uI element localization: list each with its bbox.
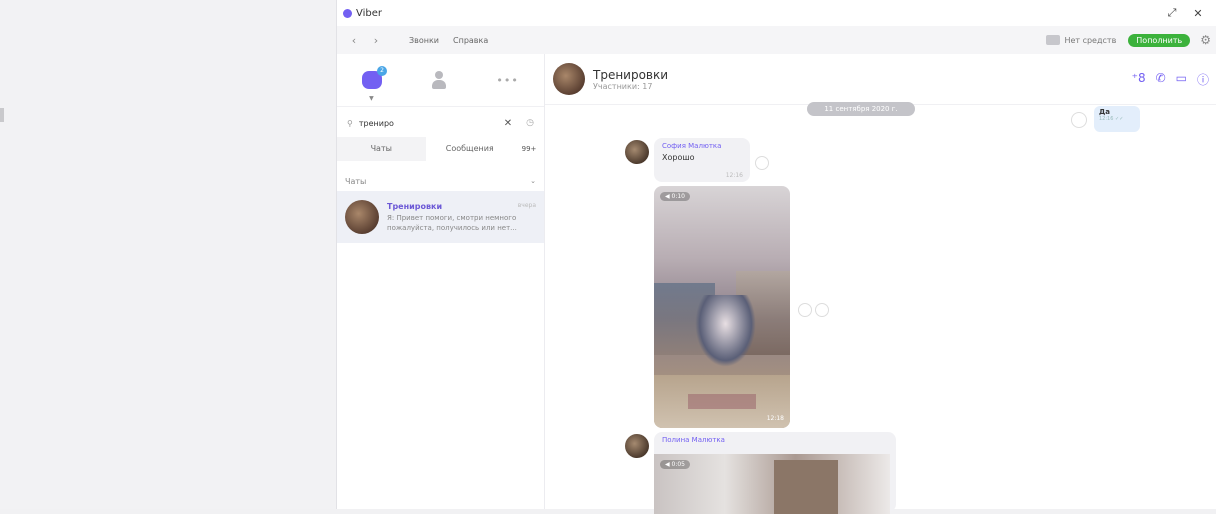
tab-chats[interactable]: Чаты <box>337 137 426 161</box>
video-call-icon[interactable]: ▭ <box>1176 71 1187 88</box>
video-duration: ◀ 0:05 <box>660 460 690 469</box>
message-text: Хорошо <box>662 153 695 162</box>
conversation-header: Тренировки Участники: 17 ⁺8 ✆ ▭ ⓘ <box>545 54 1216 105</box>
chevron-down-icon[interactable]: ▼ <box>369 95 374 102</box>
chat-preview: Я: Привет помоги, смотри немного пожалуй… <box>387 213 517 232</box>
titlebar: Viber ⤢ ✕ <box>337 0 1216 26</box>
desktop-background <box>0 0 336 509</box>
viber-logo-icon <box>343 8 352 18</box>
search-bar[interactable]: ⚲ трениро ✕ ◷ <box>337 109 544 137</box>
desktop-edge-marker <box>0 108 4 122</box>
tab-messages[interactable]: Сообщения <box>426 137 515 161</box>
video-duration: ◀ 0:10 <box>660 192 690 201</box>
credit-status[interactable]: Нет средств <box>1064 36 1116 45</box>
sender-avatar[interactable] <box>625 140 649 164</box>
search-tabs: Чаты Сообщения 99+ <box>337 137 544 161</box>
search-input[interactable]: трениро <box>359 119 504 128</box>
chevron-down-icon[interactable]: ⌄ <box>530 177 536 185</box>
participants-count[interactable]: Участники: 17 <box>593 82 668 91</box>
group-avatar <box>345 200 379 234</box>
sender-name: София Малютка <box>662 142 722 150</box>
video-message[interactable]: ◀ 0:10 12:18 <box>654 186 790 428</box>
window-title: Viber <box>356 7 383 19</box>
pane-icon-bar: 2 ▼ ••• <box>337 54 544 107</box>
video-time: 12:18 <box>766 415 784 422</box>
sender-avatar[interactable] <box>625 434 649 458</box>
chat-result-item[interactable]: Тренировки вчера Я: Привет помоги, смотр… <box>337 191 544 243</box>
menu-help[interactable]: Справка <box>453 36 488 45</box>
restore-icon[interactable]: ⤢ <box>1159 6 1185 20</box>
sender-name: Полина Малютка <box>662 436 725 444</box>
more-icon[interactable]: ••• <box>496 74 518 87</box>
message-text: Да <box>1099 108 1110 116</box>
section-header-chats[interactable]: Чаты ⌄ <box>337 171 544 191</box>
outgoing-message[interactable]: Да 12:16 ✓✓ <box>1094 106 1140 132</box>
message-meta: 12:16 ✓✓ <box>1099 116 1124 122</box>
left-pane: 2 ▼ ••• ⚲ трениро ✕ ◷ Чаты Сообщения 99+… <box>337 54 545 509</box>
viber-window: Viber ⤢ ✕ ‹ › Звонки Справка Нет средств… <box>336 0 1216 514</box>
incoming-message[interactable]: София Малютка Хорошо 12:16 <box>654 138 750 182</box>
contacts-icon[interactable] <box>432 71 447 89</box>
menubar: ‹ › Звонки Справка Нет средств Пополнить… <box>337 26 1216 55</box>
info-icon[interactable]: ⓘ <box>1197 71 1209 88</box>
group-avatar[interactable] <box>553 63 585 95</box>
wallet-icon <box>1046 35 1061 45</box>
topup-button[interactable]: Пополнить <box>1128 33 1191 47</box>
history-icon[interactable]: ◷ <box>526 118 534 128</box>
forward-icon[interactable] <box>815 303 829 317</box>
unread-badge: 2 <box>377 66 388 76</box>
messages-count: 99+ <box>521 145 537 153</box>
call-icon[interactable]: ✆ <box>1156 71 1166 88</box>
back-icon[interactable]: ‹ <box>343 34 365 47</box>
reaction-icon[interactable] <box>798 303 812 317</box>
conversation-title[interactable]: Тренировки <box>593 68 668 82</box>
section-label: Чаты <box>345 176 367 186</box>
reaction-icon[interactable] <box>755 156 769 170</box>
forward-icon[interactable]: › <box>365 34 387 47</box>
chat-name: Тренировки <box>387 201 443 211</box>
message-time: 12:16 <box>725 172 743 179</box>
conversation-pane: Тренировки Участники: 17 ⁺8 ✆ ▭ ⓘ 11 сен… <box>545 54 1216 514</box>
date-separator: 11 сентября 2020 г. <box>807 102 915 116</box>
add-participant-icon[interactable]: ⁺8 <box>1132 71 1146 88</box>
reaction-icon[interactable] <box>1071 112 1087 128</box>
settings-gear-icon[interactable]: ⚙ <box>1200 33 1211 47</box>
menu-calls[interactable]: Звонки <box>409 36 439 45</box>
chat-time: вчера <box>517 201 536 209</box>
chats-icon[interactable]: 2 ▼ <box>362 66 388 102</box>
search-icon: ⚲ <box>347 118 353 128</box>
close-icon[interactable]: ✕ <box>1185 7 1211 20</box>
video-message[interactable]: ◀ 0:05 <box>654 454 890 514</box>
clear-search-icon[interactable]: ✕ <box>504 118 512 129</box>
